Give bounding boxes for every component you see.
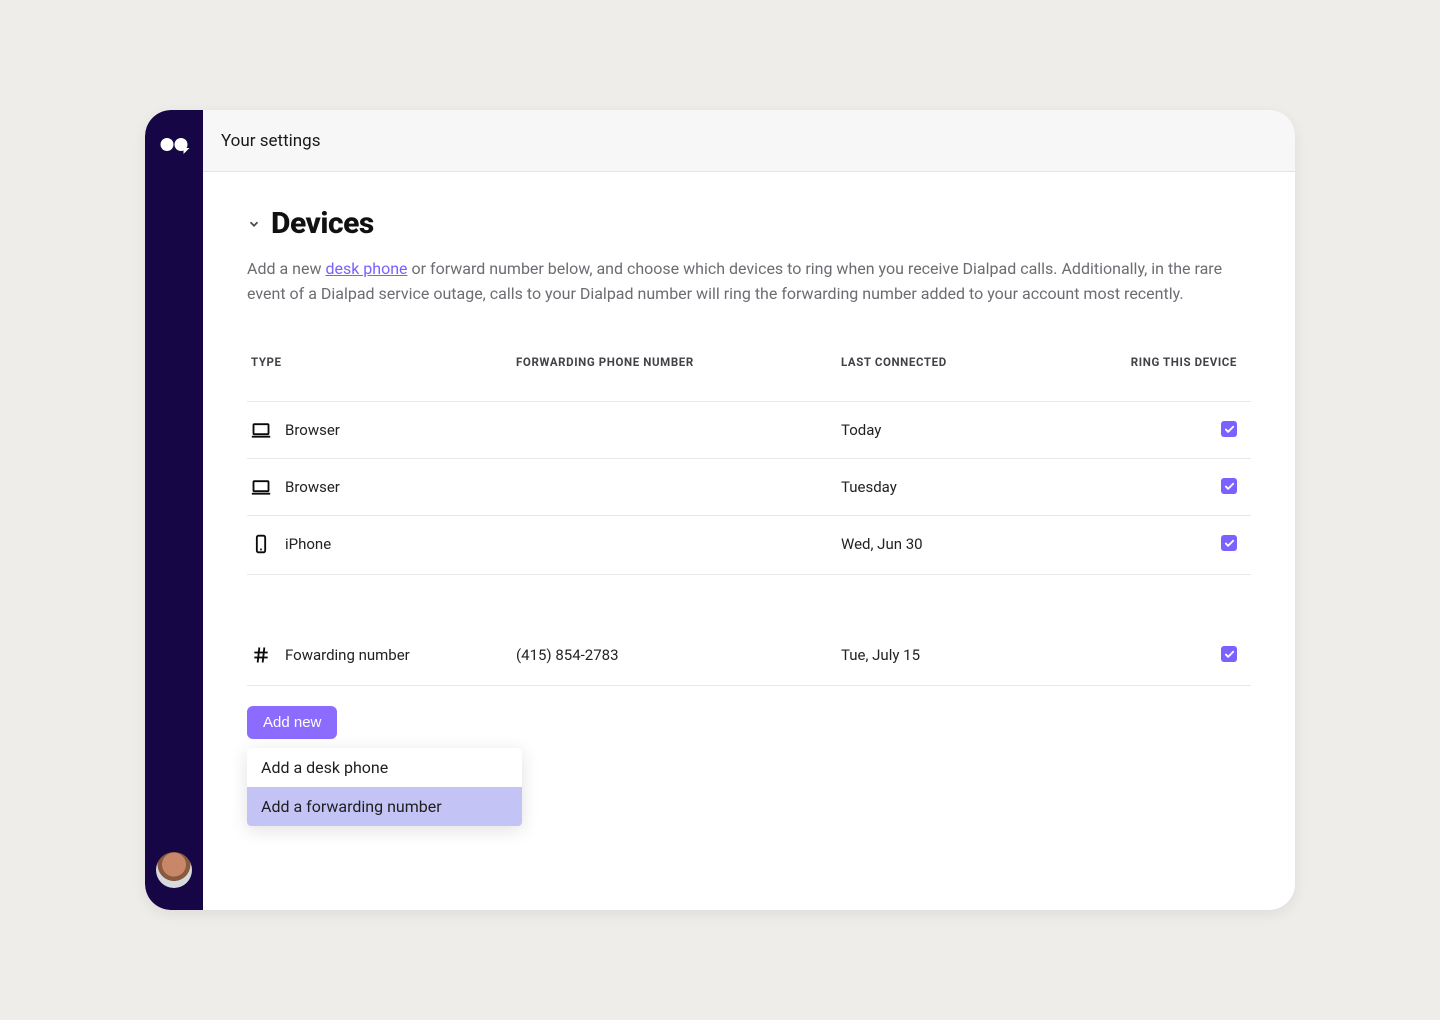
content: Devices Add a new desk phone or forward … <box>203 172 1295 779</box>
ring-checkbox[interactable] <box>1221 535 1237 551</box>
devices-table: Browser Today Browser Tuesday iPhone Wed, Jun… <box>247 401 1251 572</box>
table-row: Browser Today <box>247 401 1251 458</box>
main-panel: Your settings Devices Add a new desk pho… <box>203 110 1295 910</box>
ring-checkbox[interactable] <box>1221 646 1237 662</box>
section-title: Devices <box>271 206 374 241</box>
sidebar <box>145 110 203 910</box>
table-row: Browser Tuesday <box>247 458 1251 515</box>
device-last: Today <box>841 421 1107 439</box>
laptop-icon <box>251 420 271 440</box>
col-type: TYPE <box>251 355 516 369</box>
table-row: Fowarding number (415) 854-2783Tue, July … <box>247 627 1251 683</box>
desk-phone-link[interactable]: desk phone <box>325 259 407 278</box>
dropdown-item[interactable]: Add a forwarding number <box>247 787 522 826</box>
device-type: iPhone <box>285 535 331 553</box>
col-ring: RING THIS DEVICE <box>1107 355 1247 369</box>
device-last: Tuesday <box>841 478 1107 496</box>
section-description: Add a new desk phone or forward number b… <box>247 257 1251 307</box>
chevron-down-icon <box>247 217 261 231</box>
avatar[interactable] <box>156 852 192 888</box>
laptop-icon <box>251 477 271 497</box>
add-new-button[interactable]: Add new <box>247 706 337 739</box>
add-dropdown: Add a desk phoneAdd a forwarding number <box>247 748 522 826</box>
col-last: LAST CONNECTED <box>841 355 1107 369</box>
table-row: iPhone Wed, Jun 30 <box>247 515 1251 572</box>
device-type: Fowarding number <box>285 646 410 664</box>
device-type: Browser <box>285 421 340 439</box>
page-header: Your settings <box>203 110 1295 172</box>
hash-icon <box>251 645 271 665</box>
device-last: Wed, Jun 30 <box>841 535 1107 553</box>
dropdown-item[interactable]: Add a desk phone <box>247 748 522 787</box>
ring-checkbox[interactable] <box>1221 478 1237 494</box>
phone-icon <box>251 534 271 554</box>
device-last: Tue, July 15 <box>841 646 1107 664</box>
device-type: Browser <box>285 478 340 496</box>
logo-icon <box>161 138 188 151</box>
add-section: Add new Add a desk phoneAdd a forwarding… <box>247 706 1251 739</box>
device-fwd: (415) 854-2783 <box>516 646 841 664</box>
page-title: Your settings <box>221 131 320 151</box>
col-fwd: FORWARDING PHONE NUMBER <box>516 355 841 369</box>
forwarding-table: Fowarding number (415) 854-2783Tue, July … <box>247 627 1251 683</box>
app-window: Your settings Devices Add a new desk pho… <box>145 110 1295 910</box>
section-header[interactable]: Devices <box>247 206 1251 241</box>
table-header: TYPE FORWARDING PHONE NUMBER LAST CONNEC… <box>247 347 1251 401</box>
ring-checkbox[interactable] <box>1221 421 1237 437</box>
